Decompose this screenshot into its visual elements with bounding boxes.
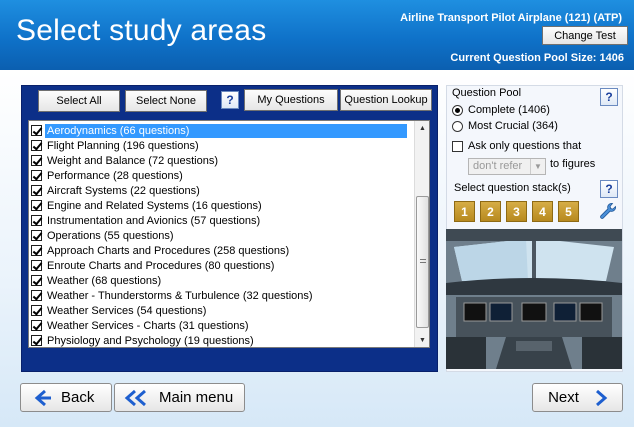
stack-4-button[interactable]: 4 — [532, 201, 553, 222]
scroll-up-arrow-icon[interactable]: ▲ — [415, 121, 429, 135]
test-name: Airline Transport Pilot Airplane (121) (… — [400, 12, 622, 24]
stack-5-button[interactable]: 5 — [558, 201, 579, 222]
checkbox[interactable] — [31, 305, 42, 316]
checkbox[interactable] — [31, 260, 42, 271]
page-title: Select study areas — [16, 14, 267, 47]
checkbox[interactable] — [31, 215, 42, 226]
list-item[interactable]: Weather Services (54 questions) — [31, 303, 208, 318]
header-bar: Select study areas Airline Transport Pil… — [0, 0, 634, 70]
checkbox[interactable] — [31, 200, 42, 211]
chevron-down-icon: ▼ — [530, 159, 545, 174]
checkbox[interactable] — [31, 140, 42, 151]
change-test-button[interactable]: Change Test — [542, 26, 628, 45]
list-item[interactable]: Performance (28 questions) — [31, 168, 185, 183]
list-item[interactable]: Weather Services - Charts (31 questions) — [31, 318, 251, 333]
list-item[interactable]: Physiology and Psychology (19 questions) — [31, 333, 256, 347]
checkbox[interactable] — [31, 155, 42, 166]
stacks-heading: Select question stack(s) — [454, 182, 571, 194]
select-none-button[interactable]: Select None — [125, 90, 207, 112]
to-figures-label: to figures — [550, 158, 596, 170]
complete-radio[interactable] — [452, 105, 463, 116]
cockpit-photo — [446, 229, 622, 369]
checkbox[interactable] — [31, 125, 42, 136]
list-item[interactable]: Weather (68 questions) — [31, 273, 163, 288]
ask-only-label[interactable]: Ask only questions that — [468, 140, 581, 152]
help-icon[interactable]: ? — [221, 91, 239, 109]
list-item[interactable]: Enroute Charts and Procedures (80 questi… — [31, 258, 276, 273]
select-all-button[interactable]: Select All — [38, 90, 120, 112]
refer-select-value: don't refer — [473, 160, 523, 172]
most-crucial-label[interactable]: Most Crucial (364) — [468, 120, 558, 132]
stack-3-button[interactable]: 3 — [506, 201, 527, 222]
most-crucial-radio[interactable] — [452, 121, 463, 132]
checkbox[interactable] — [31, 275, 42, 286]
scroll-down-arrow-icon[interactable]: ▼ — [415, 333, 429, 347]
help-icon[interactable]: ? — [600, 88, 618, 106]
scroll-thumb[interactable] — [416, 196, 429, 328]
stack-1-button[interactable]: 1 — [454, 201, 475, 222]
list-item[interactable]: Approach Charts and Procedures (258 ques… — [31, 243, 291, 258]
checkbox[interactable] — [31, 185, 42, 196]
my-questions-button[interactable]: My Questions — [244, 89, 338, 111]
grip-icon — [420, 259, 426, 265]
list-scrollbar[interactable]: ▲ ▼ — [414, 121, 429, 347]
back-button[interactable]: Back — [20, 383, 112, 412]
list-item[interactable]: Aircraft Systems (22 questions) — [31, 183, 202, 198]
double-chevron-left-icon — [124, 389, 146, 406]
study-areas-list[interactable]: Aerodynamics (66 questions) Flight Plann… — [28, 120, 430, 348]
stack-2-button[interactable]: 2 — [480, 201, 501, 222]
forward-arrow-icon — [595, 389, 608, 406]
list-item[interactable]: Aerodynamics (66 questions) — [31, 123, 407, 138]
list-item[interactable]: Flight Planning (196 questions) — [31, 138, 201, 153]
list-item[interactable]: Weather - Thunderstorms & Turbulence (32… — [31, 288, 315, 303]
main-menu-button[interactable]: Main menu — [114, 383, 245, 412]
list-item[interactable]: Weight and Balance (72 questions) — [31, 153, 220, 168]
checkbox[interactable] — [31, 245, 42, 256]
checkbox[interactable] — [31, 320, 42, 331]
wrench-icon[interactable] — [597, 200, 619, 222]
next-button[interactable]: Next — [532, 383, 623, 412]
list-item[interactable]: Instrumentation and Avionics (57 questio… — [31, 213, 262, 228]
list-item[interactable]: Engine and Related Systems (16 questions… — [31, 198, 264, 213]
checkbox[interactable] — [31, 170, 42, 181]
help-icon[interactable]: ? — [600, 180, 618, 198]
checkbox[interactable] — [31, 335, 42, 346]
checkbox[interactable] — [31, 290, 42, 301]
refer-figures-select[interactable]: don't refer ▼ — [468, 158, 546, 175]
ask-only-checkbox[interactable] — [452, 141, 463, 152]
question-lookup-button[interactable]: Question Lookup — [340, 89, 432, 111]
pool-size-label: Current Question Pool Size: 1406 — [450, 52, 624, 64]
back-arrow-icon — [34, 389, 51, 406]
complete-label[interactable]: Complete (1406) — [468, 104, 550, 116]
question-pool-heading: Question Pool — [452, 87, 522, 99]
list-item[interactable]: Operations (55 questions) — [31, 228, 176, 243]
checkbox[interactable] — [31, 230, 42, 241]
